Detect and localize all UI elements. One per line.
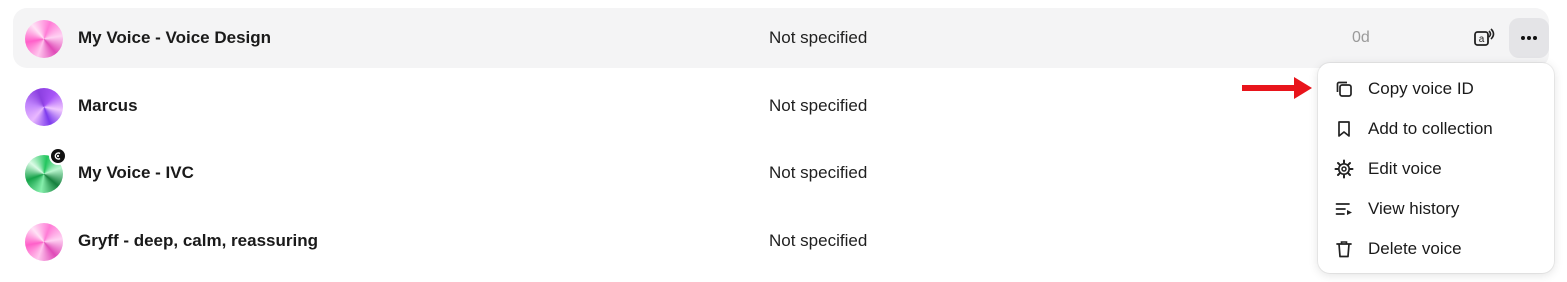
gear-icon xyxy=(1334,159,1354,179)
voice-name: My Voice - IVC xyxy=(78,163,194,182)
voice-age: 0d xyxy=(1352,29,1370,46)
voice-actions-menu: Copy voice ID Add to collection Edit voi… xyxy=(1318,63,1554,273)
voice-name: My Voice - Voice Design xyxy=(78,28,272,47)
menu-item-delete-voice[interactable]: Delete voice xyxy=(1318,229,1554,269)
menu-item-label: Edit voice xyxy=(1368,159,1442,178)
voice-category: Not specified xyxy=(769,163,868,182)
voice-name: Gryff - deep, calm, reassuring xyxy=(78,231,318,250)
menu-item-label: Delete voice xyxy=(1368,239,1462,258)
menu-item-label: Add to collection xyxy=(1368,119,1493,138)
menu-item-label: Copy voice ID xyxy=(1368,79,1474,98)
copy-icon xyxy=(1336,81,1352,97)
voice-category: Not specified xyxy=(769,231,868,250)
history-list-icon xyxy=(1335,203,1352,215)
translate-icon: a xyxy=(1474,28,1495,46)
voice-name: Marcus xyxy=(78,96,138,115)
voice-avatar xyxy=(25,88,63,126)
menu-item-add-to-collection[interactable]: Add to collection xyxy=(1318,109,1554,149)
menu-item-copy-voice-id[interactable]: Copy voice ID xyxy=(1318,69,1554,109)
annotation-arrow-icon xyxy=(1242,77,1312,99)
trash-icon xyxy=(1336,241,1352,258)
svg-text:a: a xyxy=(1479,34,1485,45)
menu-item-view-history[interactable]: View history xyxy=(1318,189,1554,229)
menu-item-label: View history xyxy=(1368,199,1460,218)
translate-button[interactable]: a xyxy=(1464,18,1504,58)
more-options-button[interactable] xyxy=(1509,18,1549,58)
more-horizontal-icon xyxy=(1521,36,1537,40)
voice-row[interactable]: My Voice - Voice Design Not specified 0d… xyxy=(13,8,1549,68)
voice-avatar xyxy=(25,20,63,58)
voice-category: Not specified xyxy=(769,28,868,47)
bookmark-icon xyxy=(1338,121,1350,137)
menu-item-edit-voice[interactable]: Edit voice xyxy=(1318,149,1554,189)
voice-avatar xyxy=(25,223,63,261)
cloned-voice-badge-icon xyxy=(49,147,67,165)
voice-category: Not specified xyxy=(769,96,868,115)
